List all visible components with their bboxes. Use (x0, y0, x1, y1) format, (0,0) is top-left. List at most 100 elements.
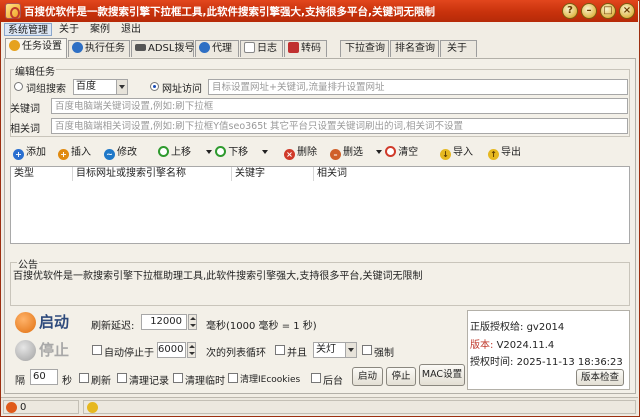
chevron-down-icon (345, 343, 356, 357)
version-value: V2024.11.4 (496, 340, 555, 351)
import-button[interactable]: ↓ 导入 (440, 145, 473, 161)
column-related[interactable]: 相关词 (314, 167, 629, 181)
maximize-button[interactable]: □ (600, 3, 616, 19)
insert-button[interactable]: + 插入 (58, 145, 91, 161)
stop-small-button[interactable]: 停止 (386, 367, 416, 386)
force-checkbox[interactable] (362, 345, 372, 355)
delay-label: 刷新延迟: (91, 321, 135, 332)
background-label: 后台 (323, 376, 343, 387)
related-input[interactable]: 百度电脑端相关词设置,例如:刷下拉框Y值seo365t 其它平台只设置关键词刷出… (51, 118, 628, 134)
column-type[interactable]: 类型 (11, 167, 73, 181)
license-owner-value: gv2014 (526, 322, 565, 333)
license-owner: 正版授权给: gv2014 (470, 318, 564, 333)
interval-input[interactable]: 60 (30, 369, 58, 385)
title-bar[interactable]: 百搜优软件是一款搜索引擎下拉框工具,此软件搜索引擎强大,支持很多平台,关键词无限… (0, 0, 638, 22)
globe-icon (199, 42, 210, 53)
delete-label: 删除 (297, 147, 317, 158)
delete-button[interactable]: × 删除 (284, 145, 317, 161)
tab-proxy[interactable]: 代理 (195, 40, 239, 57)
refresh-checkbox[interactable] (79, 373, 89, 383)
move-up-button[interactable]: 上移 (158, 145, 191, 161)
minimize-button[interactable]: – (581, 3, 597, 19)
auto-stop-stepper[interactable] (187, 342, 196, 358)
force-label: 强制 (374, 348, 394, 359)
clear-button[interactable]: 清空 (376, 145, 418, 161)
auto-stop-unit: 次的列表循环 (206, 348, 266, 359)
add-button[interactable]: + 添加 (13, 145, 46, 161)
url-input[interactable]: 目标设置网址+关键词,流量排升设置网址 (208, 79, 628, 95)
clear-cookies-checkbox[interactable] (228, 373, 238, 383)
no-entry-icon (385, 146, 397, 157)
tab-transcode[interactable]: 转码 (284, 40, 327, 57)
export-label: 导出 (501, 147, 521, 158)
help-button[interactable]: ? (562, 3, 578, 19)
tab-label: ADSL拨号 (148, 43, 195, 54)
tab-about[interactable]: 关于 (440, 40, 477, 57)
import-icon: ↓ (440, 149, 451, 160)
adsl-icon (135, 44, 146, 51)
menu-bar: 系统管理 关于 案例 退出 (1, 22, 638, 37)
tab-dropdown-query[interactable]: 下拉查询 (340, 40, 389, 57)
column-keyword[interactable]: 关键字 (232, 167, 314, 181)
tab-log[interactable]: 日志 (240, 40, 283, 57)
phrase-search-radio[interactable] (14, 82, 23, 91)
tab-strip: 任务设置 执行任务 ADSL拨号 代理 日志 转码 下拉查询 排名查询 关于 (1, 38, 638, 58)
start-button[interactable]: 启动 (15, 311, 69, 333)
tab-run-task[interactable]: 执行任务 (68, 40, 130, 57)
stop-button[interactable]: 停止 (15, 339, 69, 361)
shutdown-select[interactable]: 关灯 (313, 342, 357, 358)
license-time: 授权时间: 2025-11-13 18:36:23 (470, 353, 623, 368)
delay-input[interactable]: 12000 (141, 314, 187, 330)
start-small-button[interactable]: 启动 (352, 367, 383, 386)
menu-cases[interactable]: 案例 (87, 23, 113, 36)
mac-settings-button[interactable]: MAC设置 (419, 364, 465, 386)
clear-temp-checkbox[interactable] (173, 373, 183, 383)
move-down-button[interactable]: 下移 (206, 145, 248, 161)
globe-icon (72, 42, 83, 53)
status-cell-message (83, 400, 636, 414)
auto-stop-checkbox[interactable] (92, 345, 102, 355)
auto-stop-input[interactable]: 6000 (157, 342, 186, 358)
chevron-down-icon (376, 150, 382, 154)
license-version: 版本: V2024.11.4 (470, 336, 554, 351)
license-time-label: 授权时间: (470, 357, 514, 368)
clear-records-checkbox[interactable] (117, 373, 127, 383)
modify-label: 修改 (117, 147, 137, 158)
tab-adsl[interactable]: ADSL拨号 (131, 40, 194, 57)
shutdown-value: 关灯 (316, 344, 336, 355)
delay-stepper[interactable] (188, 314, 197, 330)
minus-icon: – (330, 149, 341, 160)
interval-label: 隔 (15, 376, 25, 387)
tab-label: 执行任务 (85, 43, 125, 54)
app-logo-icon (5, 3, 21, 19)
engine-select-value: 百度 (76, 81, 96, 92)
notice-text: 百搜优软件是一款搜索引擎下拉框助理工具,此软件搜索引擎强大,支持很多平台,关键词… (13, 271, 423, 282)
filter-button[interactable]: – 删选 (330, 145, 363, 161)
window-title: 百搜优软件是一款搜索引擎下拉框工具,此软件搜索引擎强大,支持很多平台,关键词无限… (24, 6, 435, 18)
status-indicator-icon (87, 402, 98, 413)
tab-rank-query[interactable]: 排名查询 (390, 40, 439, 57)
modify-button[interactable]: ~ 修改 (104, 145, 137, 161)
down-arrow-icon (215, 146, 227, 157)
engine-select[interactable]: 百度 (73, 79, 128, 95)
menu-exit[interactable]: 退出 (118, 23, 144, 36)
menu-about[interactable]: 关于 (56, 23, 82, 36)
export-button[interactable]: ↑ 导出 (488, 145, 521, 161)
status-count: 0 (20, 402, 27, 413)
menu-system[interactable]: 系统管理 (4, 23, 52, 36)
version-check-button[interactable]: 版本检查 (576, 369, 624, 386)
refresh-label: 刷新 (91, 376, 111, 387)
tools-icon (288, 42, 299, 53)
phrase-search-label: 词组搜索 (26, 84, 66, 95)
close-button[interactable]: × (619, 3, 635, 19)
keyword-input[interactable]: 百度电脑端关键词设置,例如:刷下拉框 (51, 98, 628, 114)
parallel-checkbox[interactable] (275, 345, 285, 355)
filter-label: 删选 (343, 147, 363, 158)
tab-task-settings[interactable]: 任务设置 (5, 38, 67, 58)
task-table[interactable]: 类型 目标网址或搜索引擎名称 关键字 相关词 (10, 166, 630, 244)
dropdown-toggle[interactable] (262, 145, 268, 161)
background-checkbox[interactable] (311, 373, 321, 383)
url-visit-radio[interactable] (150, 82, 159, 91)
column-target[interactable]: 目标网址或搜索引擎名称 (73, 167, 232, 181)
keyword-label: 关键词 (10, 104, 40, 115)
